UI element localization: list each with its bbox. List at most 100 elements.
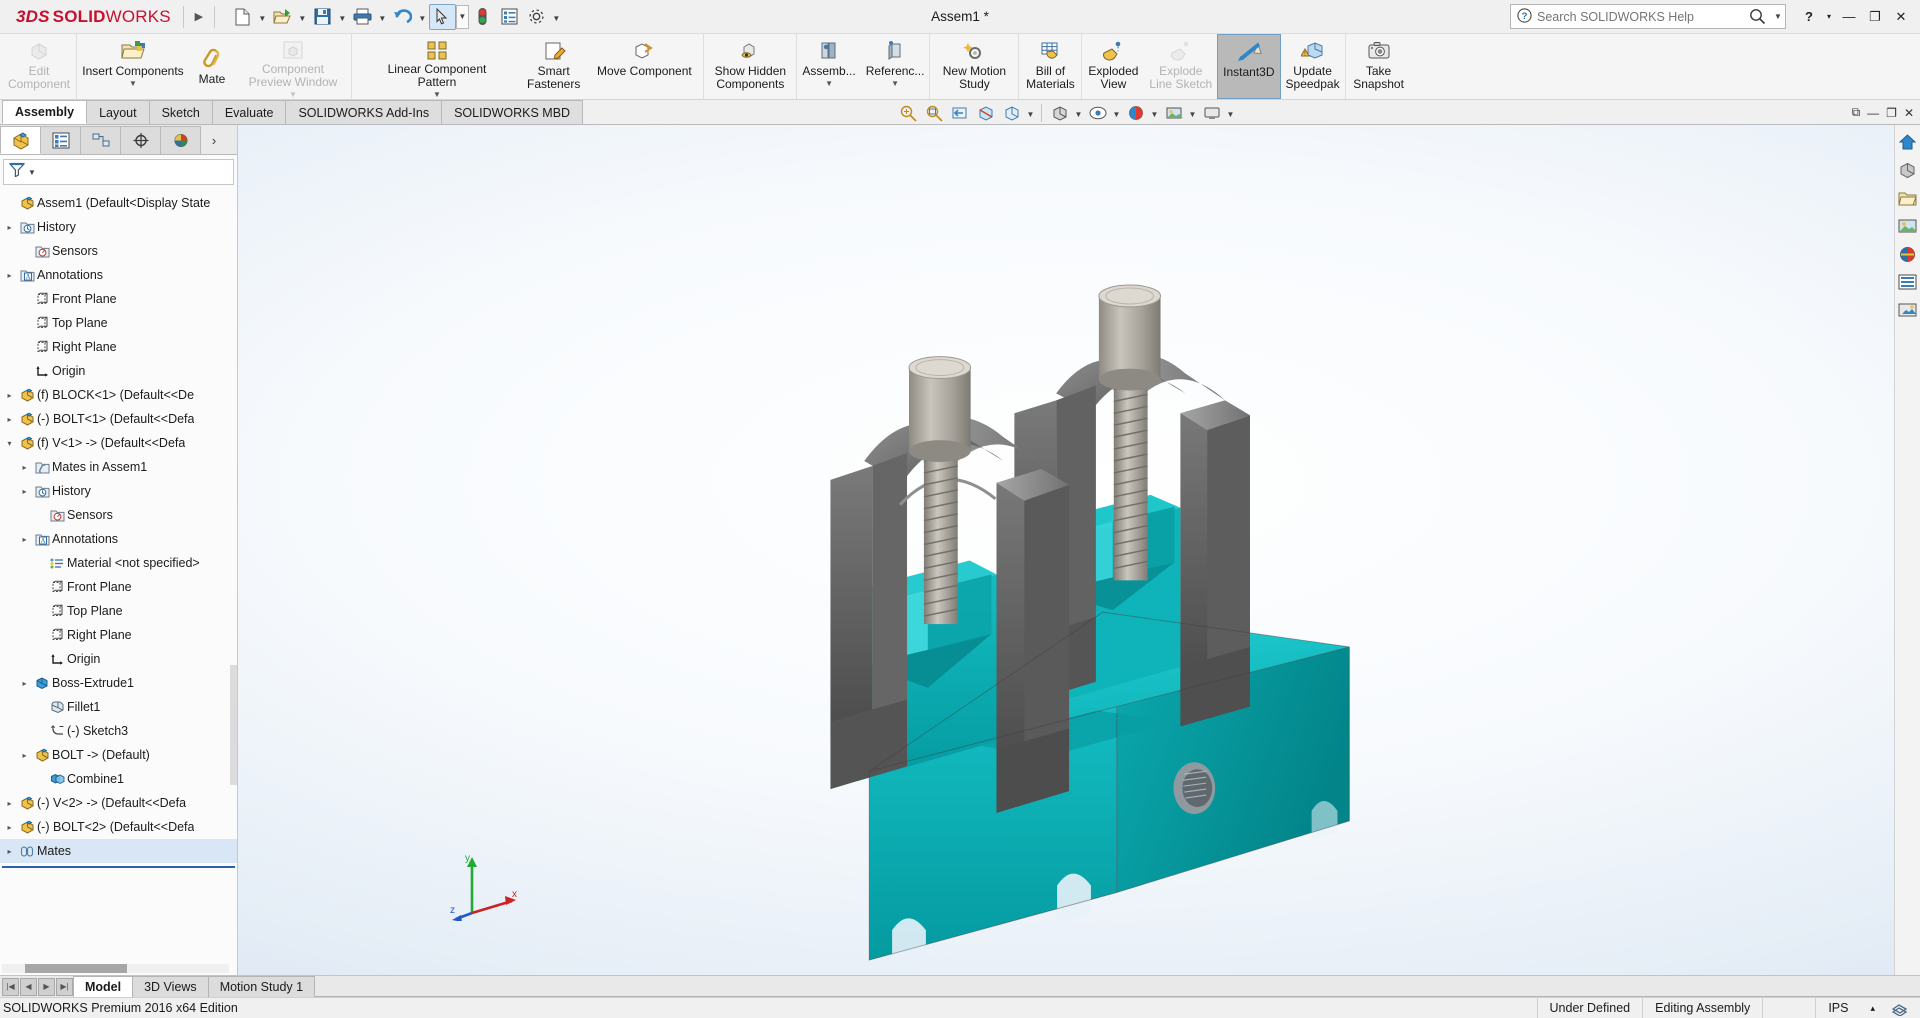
feature-tree-item[interactable]: Fillet1 [0, 695, 237, 719]
linear-component-pattern-button[interactable]: Linear Component Pattern ▼ [352, 34, 522, 99]
feature-tree-item[interactable]: Origin [0, 359, 237, 383]
new-document-button[interactable] [229, 4, 256, 30]
tab-layout[interactable]: Layout [86, 100, 150, 124]
tree-expand-icon[interactable]: ▸ [17, 487, 32, 496]
apply-scene-icon[interactable] [1161, 101, 1186, 124]
featuremanager-design-tree-tab[interactable] [0, 126, 41, 154]
tab-sketch[interactable]: Sketch [148, 100, 213, 124]
minimize-doc-button[interactable]: — [1867, 106, 1879, 120]
help-button[interactable]: ? [1796, 4, 1822, 30]
component-preview-window-button[interactable]: Component Preview Window ▼ [235, 34, 351, 99]
reference-geometry-caret-icon[interactable]: ▼ [891, 79, 899, 88]
feature-tree-item[interactable]: ▸ Boss-Extrude1 [0, 671, 237, 695]
tab-solidworks-mbd[interactable]: SOLIDWORKS MBD [441, 100, 584, 124]
options-button[interactable] [523, 4, 550, 30]
tree-expand-icon[interactable]: ▸ [2, 415, 17, 424]
decals-icon[interactable] [1897, 243, 1919, 265]
feature-tree-item[interactable]: ▸ A Annotations [0, 527, 237, 551]
tab-assembly[interactable]: Assembly [2, 100, 88, 124]
search-icon[interactable] [1743, 8, 1771, 25]
search-input[interactable] [1537, 9, 1743, 24]
tree-expand-icon[interactable]: ▸ [2, 271, 17, 280]
feature-tree-item[interactable]: ▸ (-) BOLT<2> (Default<<Defa [0, 815, 237, 839]
open-document-button[interactable] [269, 4, 296, 30]
prev-tab-button[interactable]: ◀ [20, 977, 37, 996]
feature-tree-item[interactable]: ▸ Mates [0, 839, 237, 863]
instant3d-button[interactable]: Instant3D [1217, 34, 1281, 99]
tree-expand-icon[interactable]: ▸ [17, 679, 32, 688]
apply-scene-caret-icon[interactable]: ▼ [1187, 101, 1198, 124]
insert-components-button[interactable]: Insert Components ▼ [77, 34, 189, 99]
previous-view-icon[interactable] [947, 101, 972, 124]
feature-tree-item[interactable]: ▸ (-) V<2> -> (Default<<Defa [0, 791, 237, 815]
dimxpert-manager-tab[interactable] [120, 126, 161, 154]
display-states-icon[interactable] [1897, 271, 1919, 293]
last-tab-button[interactable]: ▶| [56, 977, 73, 996]
tree-expand-icon[interactable]: ▸ [17, 463, 32, 472]
restore-down-doc-button[interactable]: ⧉ [1852, 105, 1861, 120]
status-units-caret-icon[interactable]: ▴ [1860, 998, 1885, 1018]
explode-line-sketch-button[interactable]: Explode Line Sketch [1144, 34, 1217, 99]
zoom-to-area-icon[interactable] [921, 101, 946, 124]
feature-tree-item[interactable]: ▸ A Annotations [0, 263, 237, 287]
feature-tree-item[interactable]: ▸ (f) BLOCK<1> (Default<<De [0, 383, 237, 407]
tree-expand-icon[interactable]: ▸ [2, 391, 17, 400]
bill-of-materials-button[interactable]: Bill of Materials [1019, 34, 1081, 99]
restore-button[interactable]: ❐ [1862, 4, 1888, 30]
update-speedpak-button[interactable]: ! Update Speedpak [1281, 34, 1345, 99]
scenes-icon[interactable] [1897, 215, 1919, 237]
status-overlay-icon[interactable] [1885, 998, 1920, 1018]
search-caret-icon[interactable]: ▼ [1771, 12, 1785, 21]
feature-tree-rollback-bar[interactable] [2, 866, 235, 868]
edit-appearance-icon[interactable] [1123, 101, 1148, 124]
tree-expand-icon[interactable]: ▸ [17, 751, 32, 760]
view-orientation-cube-icon[interactable] [1897, 159, 1919, 181]
tab-evaluate[interactable]: Evaluate [211, 100, 287, 124]
tab-solidworks-addins[interactable]: SOLIDWORKS Add-Ins [285, 100, 443, 124]
reference-geometry-button[interactable]: Referenc... ▼ [861, 34, 930, 99]
tab-motion-study-1[interactable]: Motion Study 1 [207, 976, 316, 997]
display-style-caret-icon[interactable]: ▼ [1073, 101, 1084, 124]
tab-3d-views[interactable]: 3D Views [132, 976, 209, 997]
tree-expand-icon[interactable]: ▸ [2, 799, 17, 808]
feature-tree-item[interactable]: Material <not specified> [0, 551, 237, 575]
view-home-icon[interactable] [1897, 131, 1919, 153]
tree-collapse-icon[interactable]: ▾ [2, 439, 17, 448]
feature-tree-item[interactable]: Front Plane [0, 287, 237, 311]
feature-tree-item[interactable]: Combine1 [0, 767, 237, 791]
minimize-button[interactable]: — [1836, 4, 1862, 30]
take-snapshot-button[interactable]: Take Snapshot [1346, 34, 1412, 99]
new-motion-study-button[interactable]: New Motion Study [930, 34, 1018, 99]
view-orientation-caret-icon[interactable]: ▼ [1025, 101, 1036, 124]
hide-show-items-caret-icon[interactable]: ▼ [1111, 101, 1122, 124]
feature-tree-item[interactable]: Origin [0, 647, 237, 671]
feature-tree-item[interactable]: (-) Sketch3 [0, 719, 237, 743]
feature-tree-item[interactable]: ▸ History [0, 479, 237, 503]
tree-expand-icon[interactable]: ▸ [17, 535, 32, 544]
assembly-features-button[interactable]: Assemb... ▼ [797, 34, 860, 99]
help-search-box[interactable]: ? ▼ [1510, 4, 1786, 29]
feature-manager-more-tabs-icon[interactable]: › [203, 126, 225, 154]
save-document-button[interactable] [309, 4, 336, 30]
zoom-to-fit-icon[interactable] [895, 101, 920, 124]
insert-components-caret-icon[interactable]: ▼ [129, 79, 137, 88]
hide-show-items-icon[interactable] [1085, 101, 1110, 124]
feature-tree-item[interactable]: ▸ Mates in Assem1 [0, 455, 237, 479]
feature-tree-item[interactable]: ▸ History [0, 215, 237, 239]
save-document-caret-icon[interactable]: ▼ [336, 4, 349, 30]
options-caret-icon[interactable]: ▼ [550, 4, 563, 30]
open-document-caret-icon[interactable]: ▼ [296, 4, 309, 30]
mate-button[interactable]: Mate [189, 34, 235, 99]
feature-tree-item[interactable]: Right Plane [0, 335, 237, 359]
linear-pattern-caret-icon[interactable]: ▼ [433, 90, 441, 99]
assembly-model-3d-view[interactable] [238, 125, 1920, 975]
assembly-features-caret-icon[interactable]: ▼ [825, 79, 833, 88]
tab-model[interactable]: Model [73, 976, 134, 997]
undo-button[interactable] [389, 4, 416, 30]
new-document-caret-icon[interactable]: ▼ [256, 4, 269, 30]
view-orientation-icon[interactable] [999, 101, 1024, 124]
edit-appearance-caret-icon[interactable]: ▼ [1149, 101, 1160, 124]
edit-component-button[interactable]: Edit Component [2, 34, 76, 99]
display-style-icon[interactable] [1047, 101, 1072, 124]
feature-tree-item[interactable]: Top Plane [0, 599, 237, 623]
